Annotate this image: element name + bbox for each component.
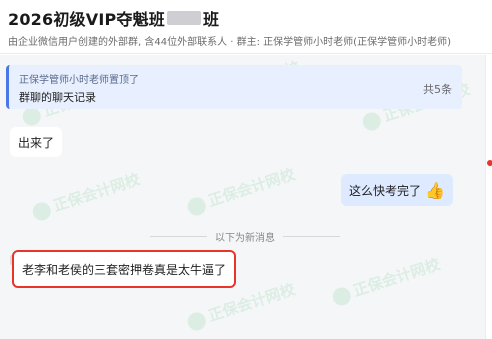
- pinned-by-label: 正保学管师小时老师置顶了: [19, 75, 139, 86]
- message-text: 这么快考完了: [349, 183, 422, 198]
- message-text: 出来了: [18, 135, 55, 150]
- watermark-logo-icon: [185, 309, 208, 333]
- message-text: 老李和老侯的三套密押卷真是太牛逼了: [22, 262, 227, 277]
- message-bubble-self[interactable]: 这么快考完了 👍: [341, 174, 453, 206]
- unread-dot-icon: [487, 160, 492, 166]
- watermark-logo-icon: [185, 194, 208, 218]
- divider-line: [150, 235, 207, 237]
- new-messages-divider: 以下为新消息: [150, 229, 340, 244]
- watermark-logo-icon: [330, 284, 353, 308]
- title-row: 2026初级VIP夺魁班 班: [8, 6, 219, 30]
- right-side-panel: [485, 55, 492, 339]
- pinned-message-bar[interactable]: 正保学管师小时老师置顶了 群聊的聊天记录 共5条: [6, 65, 462, 109]
- pinned-count[interactable]: 共5条: [423, 81, 452, 97]
- divider-label: 以下为新消息: [215, 232, 275, 244]
- thumbs-up-icon: 👍: [425, 180, 445, 200]
- chat-header: 2026初级VIP夺魁班 班 由企业微信用户创建的外部群, 含44位外部联系人 …: [0, 0, 492, 54]
- message-bubble[interactable]: 出来了: [10, 127, 63, 157]
- group-title-suffix: 班: [203, 10, 220, 29]
- divider-line: [283, 235, 340, 237]
- group-subtitle: 由企业微信用户创建的外部群, 含44位外部联系人 · 群主: 正保学管师小时老师…: [8, 37, 451, 48]
- watermark-logo-icon: [30, 199, 53, 223]
- group-title[interactable]: 2026初级VIP夺魁班: [8, 6, 165, 30]
- title-redaction: [167, 11, 201, 25]
- highlighted-message-bubble[interactable]: 老李和老侯的三套密押卷真是太牛逼了: [12, 250, 237, 288]
- message-list[interactable]: 正保会计网校 正保会计网校 正保会计网校 正保会计网校 正保会计网校 正保会计网…: [0, 55, 485, 339]
- watermark: 正保会计网校: [29, 168, 142, 223]
- watermark: 正保会计网校: [184, 163, 297, 218]
- watermark-logo-icon: [360, 109, 383, 133]
- watermark: 正保会计网校: [329, 253, 442, 308]
- pinned-content: 群聊的聊天记录: [19, 91, 96, 104]
